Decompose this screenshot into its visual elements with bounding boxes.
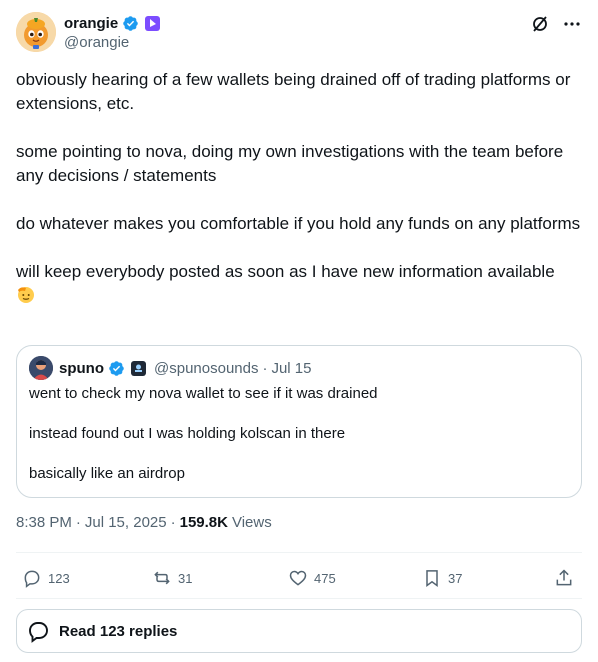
header-actions: [530, 14, 582, 34]
author-name-row: orangie: [64, 13, 161, 33]
views-label: Views: [231, 514, 272, 531]
reply-bubble-icon: [29, 622, 48, 643]
repost-button[interactable]: 31: [152, 564, 192, 592]
quoted-verified-badge-icon: [109, 360, 124, 376]
tweet-text: obviously hearing of a few wallets being…: [16, 68, 582, 308]
quoted-tweet-header: spuno @spunosounds · Jul 15: [29, 356, 569, 380]
tweet-paragraph: do whatever makes you comfortable if you…: [16, 214, 581, 233]
affiliate-badge-icon[interactable]: [145, 15, 161, 31]
tweet-paragraph: some pointing to nova, doing my own inve…: [16, 142, 564, 185]
quoted-author-avatar[interactable]: [29, 356, 53, 380]
like-count: 475: [314, 570, 336, 586]
saluting-face-icon: [18, 287, 34, 303]
more-options-icon[interactable]: [562, 14, 582, 34]
heart-icon: [289, 570, 307, 586]
quoted-handle: @spunosounds: [154, 359, 259, 377]
like-button[interactable]: 475: [288, 564, 336, 592]
quoted-tweet-body: went to check my nova wallet to see if i…: [29, 384, 569, 484]
quoted-display-name: spuno: [59, 359, 104, 377]
action-bar: 123 31 475 37: [16, 564, 582, 592]
read-replies-label: Read 123 replies: [59, 622, 178, 640]
bookmark-icon: [426, 570, 438, 587]
read-replies-button[interactable]: Read 123 replies: [16, 609, 582, 653]
verified-badge-icon: [123, 15, 138, 31]
tweet-time[interactable]: 8:38 PM: [16, 514, 72, 531]
quoted-paragraph: went to check my nova wallet to see if i…: [29, 385, 378, 402]
views-count: 159.8K: [179, 514, 228, 531]
author-avatar[interactable]: [16, 12, 56, 52]
divider: [16, 598, 582, 599]
reply-icon: [24, 570, 40, 588]
bookmark-count: 37: [448, 570, 463, 586]
reply-button[interactable]: 123: [22, 564, 70, 592]
grok-icon[interactable]: [530, 14, 550, 34]
quoted-paragraph: basically like an airdrop: [29, 465, 185, 482]
quoted-separator: ·: [262, 359, 268, 377]
tweet-date[interactable]: Jul 15, 2025: [85, 514, 167, 531]
author-display-name[interactable]: orangie: [64, 15, 118, 32]
bookmark-button[interactable]: 37: [422, 564, 462, 592]
quoted-affiliate-badge-icon: [131, 360, 146, 376]
quoted-paragraph: instead found out I was holding kolscan …: [29, 425, 346, 442]
orange-character-avatar-icon: [16, 12, 56, 52]
tweet-paragraph-last: will keep everybody posted as soon as I …: [16, 260, 582, 308]
meta-separator: ·: [170, 514, 176, 531]
author-handle[interactable]: @orangie: [64, 34, 129, 51]
share-icon: [556, 569, 572, 586]
quoted-tweet[interactable]: spuno @spunosounds · Jul 15 went to chec…: [16, 345, 582, 498]
repost-count: 31: [178, 570, 193, 586]
tweet-paragraph: obviously hearing of a few wallets being…: [16, 70, 571, 113]
share-button[interactable]: [554, 564, 574, 592]
divider: [16, 552, 582, 553]
tweet-paragraph-text: will keep everybody posted as soon as I …: [16, 262, 555, 281]
tweet-timestamp-row: 8:38 PM · Jul 15, 2025 · 159.8K Views: [16, 514, 272, 531]
reply-count: 123: [48, 570, 70, 586]
spuno-avatar-icon: [29, 356, 53, 380]
meta-separator: ·: [75, 514, 81, 531]
quoted-date: Jul 15: [271, 359, 312, 377]
repost-icon: [154, 571, 170, 585]
tweet-header: orangie @orangie: [16, 12, 582, 56]
